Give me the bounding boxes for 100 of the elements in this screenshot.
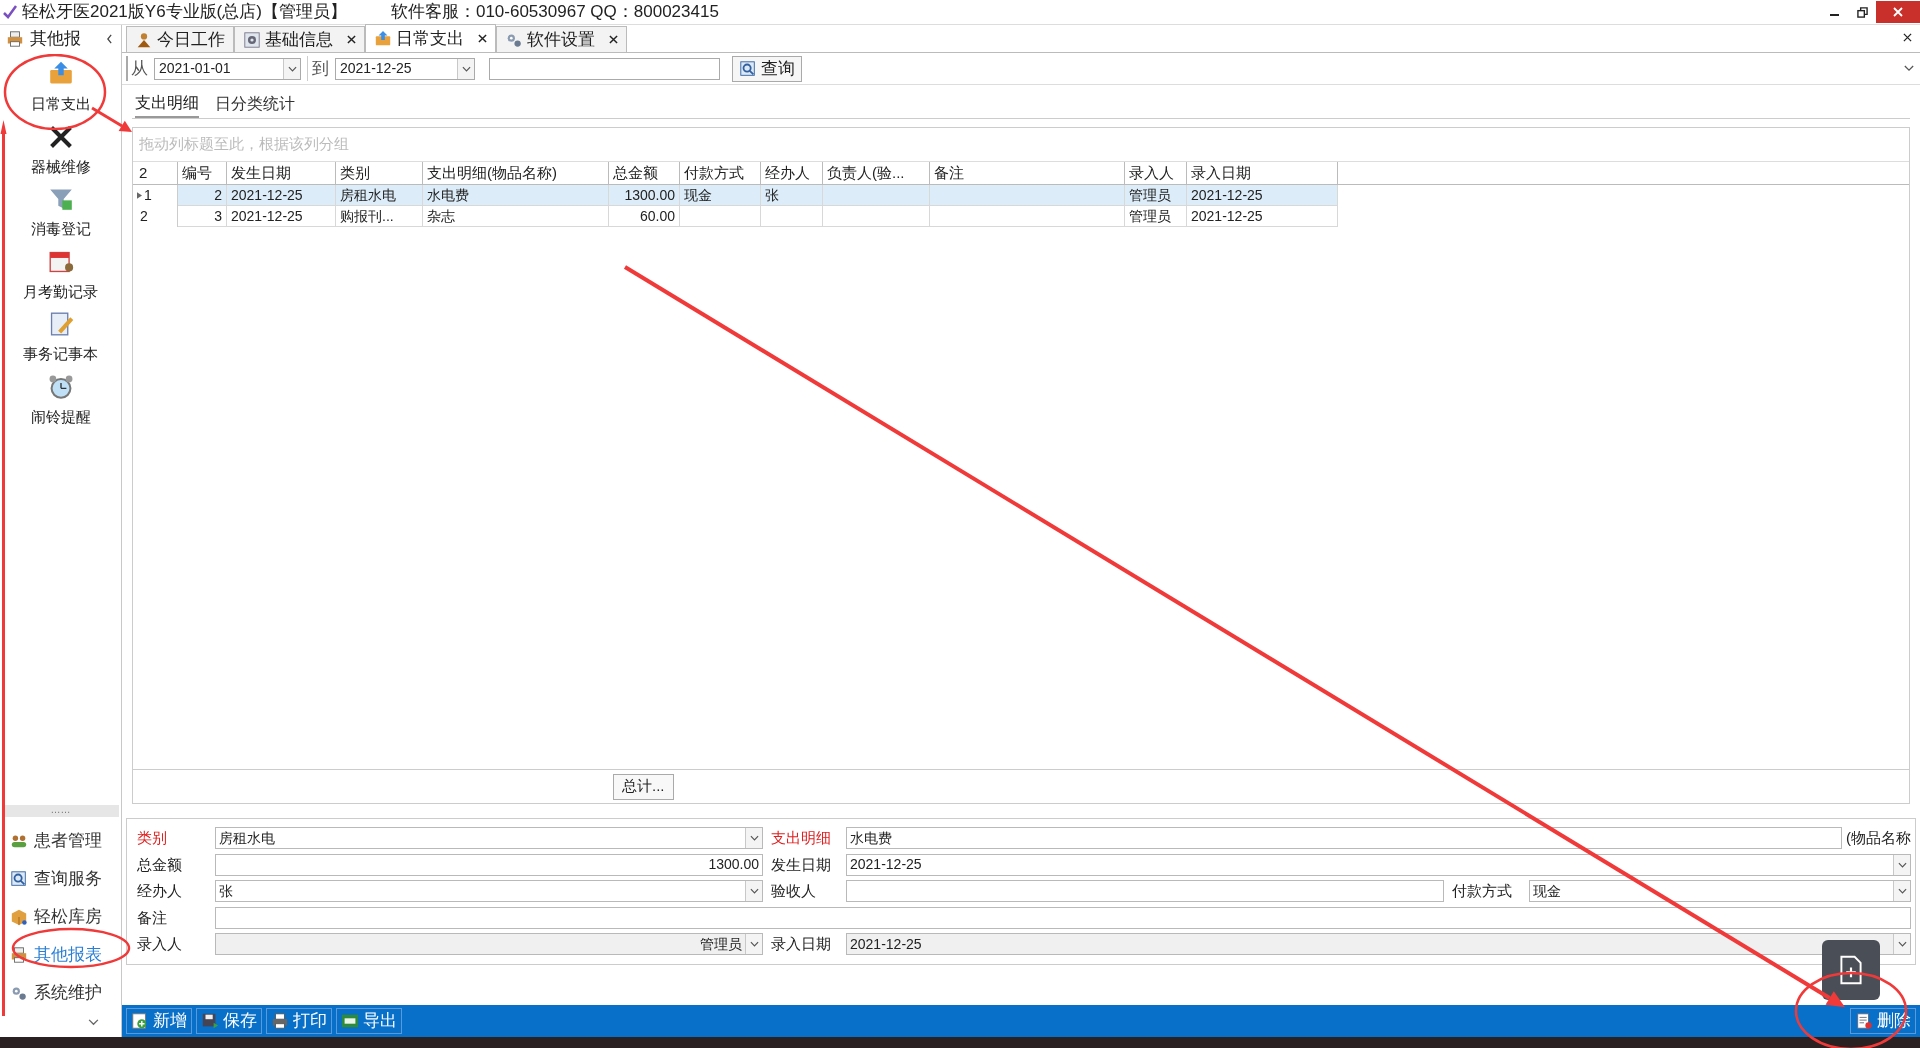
splitter-grip[interactable]: …… bbox=[2, 805, 119, 817]
window-title: 轻松牙医2021版Y6专业版(总店)【管理员】 bbox=[22, 1, 347, 24]
action-button[interactable]: 导出 bbox=[336, 1008, 402, 1034]
sidebar-tool[interactable]: 器械维修 bbox=[10, 127, 111, 178]
combo-box[interactable]: 现金 bbox=[1529, 880, 1911, 903]
box-cart-icon bbox=[10, 908, 28, 926]
table-row[interactable]: 1 2 2021-12-25 房租水电 水电费 1300.00 现金 张 管理员 2021-12-25 bbox=[133, 185, 1338, 206]
table-cell bbox=[761, 206, 823, 227]
close-icon[interactable] bbox=[609, 35, 618, 44]
column-header[interactable]: 录入人 bbox=[1125, 162, 1187, 184]
row-count: 2 bbox=[133, 162, 178, 184]
printer-icon bbox=[6, 30, 24, 48]
action-button[interactable]: 打印 bbox=[266, 1008, 332, 1034]
dropdown-button[interactable] bbox=[745, 934, 762, 955]
table-cell: 2021-12-25 bbox=[227, 206, 336, 227]
field-label: 验收人 bbox=[770, 881, 817, 901]
field-label: 类别 bbox=[136, 828, 168, 848]
annotation-arrow bbox=[90, 105, 134, 134]
search-icon bbox=[739, 59, 757, 78]
spreadsheet-icon bbox=[341, 1012, 359, 1030]
caret-icon bbox=[461, 65, 471, 72]
sub-tab[interactable]: 支出明细 bbox=[135, 89, 199, 118]
sub-tab[interactable]: 日分类统计 bbox=[215, 89, 295, 118]
row-number: 1 bbox=[144, 186, 152, 205]
column-header[interactable]: 经办人 bbox=[761, 162, 823, 184]
column-header[interactable]: 备注 bbox=[930, 162, 1125, 184]
close-icon bbox=[1893, 7, 1903, 17]
sidebar-tool[interactable]: 消毒登记 bbox=[10, 190, 111, 241]
dropdown-button[interactable] bbox=[1893, 934, 1910, 955]
close-button[interactable] bbox=[1876, 1, 1920, 23]
dropdown-button[interactable] bbox=[1893, 881, 1910, 902]
save-icon bbox=[201, 1012, 219, 1030]
tab[interactable]: 今日工作 bbox=[126, 26, 234, 52]
column-header[interactable]: 总金额 bbox=[609, 162, 680, 184]
search-field[interactable] bbox=[489, 57, 720, 80]
input-field[interactable] bbox=[846, 880, 1444, 903]
dropdown-button[interactable] bbox=[457, 58, 474, 79]
caret-icon bbox=[749, 835, 759, 842]
row-pointer-icon bbox=[137, 192, 142, 199]
sidebar-tool[interactable]: 事务记事本 bbox=[10, 315, 111, 366]
sidebar-tool[interactable]: 月考勤记录 bbox=[10, 252, 111, 303]
column-header[interactable]: 录入日期 bbox=[1187, 162, 1338, 184]
action-button[interactable]: 新增 bbox=[126, 1008, 192, 1034]
add-document-icon bbox=[131, 1012, 149, 1030]
dropdown-button[interactable] bbox=[283, 58, 300, 79]
column-header[interactable]: 编号 bbox=[178, 162, 227, 184]
close-icon[interactable] bbox=[347, 35, 356, 44]
worker-icon bbox=[135, 30, 153, 49]
check-icon bbox=[2, 4, 18, 20]
tab[interactable]: 基础信息 bbox=[234, 26, 365, 52]
close-icon[interactable] bbox=[478, 34, 487, 43]
tab[interactable]: 日常支出 bbox=[365, 24, 496, 52]
total-button[interactable]: 总计... bbox=[613, 773, 674, 800]
sidebar-header: 其他报 bbox=[30, 28, 81, 51]
chevron-down-icon[interactable] bbox=[1904, 65, 1914, 72]
field-label: 经办人 bbox=[136, 881, 183, 901]
minimize-icon bbox=[1829, 14, 1839, 16]
field-label: 发生日期 bbox=[770, 854, 832, 875]
tab[interactable]: 软件设置 bbox=[496, 26, 627, 52]
chevron-down-icon[interactable] bbox=[88, 1018, 99, 1026]
combo-box[interactable]: 2021-12-25 bbox=[846, 853, 1911, 876]
input-field[interactable]: 水电费 bbox=[846, 827, 1842, 850]
nav-item[interactable]: 系统维护 bbox=[10, 979, 111, 1007]
nav-item[interactable]: 轻松库房 bbox=[10, 903, 111, 931]
service-info: 软件客服：010-60530967 QQ：800023415 bbox=[390, 1, 719, 24]
combo-box[interactable]: 张 bbox=[215, 880, 763, 903]
combo-box[interactable]: 房租水电 bbox=[215, 827, 763, 850]
caret-icon bbox=[1897, 941, 1907, 948]
input-field[interactable] bbox=[215, 906, 1911, 929]
alarm-clock-icon bbox=[47, 373, 74, 400]
printer-icon bbox=[271, 1012, 289, 1030]
combo-box[interactable]: 管理员 bbox=[215, 933, 763, 956]
from-label: 从 bbox=[126, 55, 148, 82]
table-cell: 60.00 bbox=[609, 206, 680, 227]
dropdown-button[interactable] bbox=[1893, 854, 1910, 875]
column-header[interactable]: 负责人(验... bbox=[823, 162, 930, 184]
add-file-icon bbox=[1839, 955, 1863, 985]
combo-box[interactable]: 2021-12-25 bbox=[846, 933, 1911, 956]
nav-item[interactable]: 患者管理 bbox=[10, 827, 111, 855]
query-button[interactable]: 查询 bbox=[732, 55, 802, 82]
dropdown-button[interactable] bbox=[745, 828, 762, 849]
field-label: 录入日期 bbox=[770, 934, 832, 954]
row-number: 2 bbox=[139, 207, 148, 226]
sidebar-tool[interactable]: 闹铃提醒 bbox=[10, 377, 111, 428]
column-header[interactable]: 支出明细(物品名称) bbox=[423, 162, 609, 184]
column-header[interactable]: 类别 bbox=[336, 162, 423, 184]
date-picker[interactable]: 2021-12-25 bbox=[335, 57, 475, 80]
action-button[interactable]: 保存 bbox=[196, 1008, 262, 1034]
column-header[interactable]: 付款方式 bbox=[680, 162, 761, 184]
column-header[interactable]: 发生日期 bbox=[227, 162, 336, 184]
nav-item[interactable]: 查询服务 bbox=[10, 865, 111, 893]
sidebar-tool[interactable]: 日常支出 bbox=[10, 65, 111, 116]
restore-icon bbox=[1856, 6, 1868, 18]
caret-icon bbox=[287, 65, 297, 72]
close-icon[interactable] bbox=[1903, 33, 1912, 42]
date-picker[interactable]: 2021-01-01 bbox=[154, 57, 301, 80]
input-field[interactable]: 1300.00 bbox=[215, 853, 763, 876]
new-document-button[interactable] bbox=[1822, 940, 1880, 1000]
table-cell: 杂志 bbox=[423, 206, 609, 227]
dropdown-button[interactable] bbox=[745, 881, 762, 902]
